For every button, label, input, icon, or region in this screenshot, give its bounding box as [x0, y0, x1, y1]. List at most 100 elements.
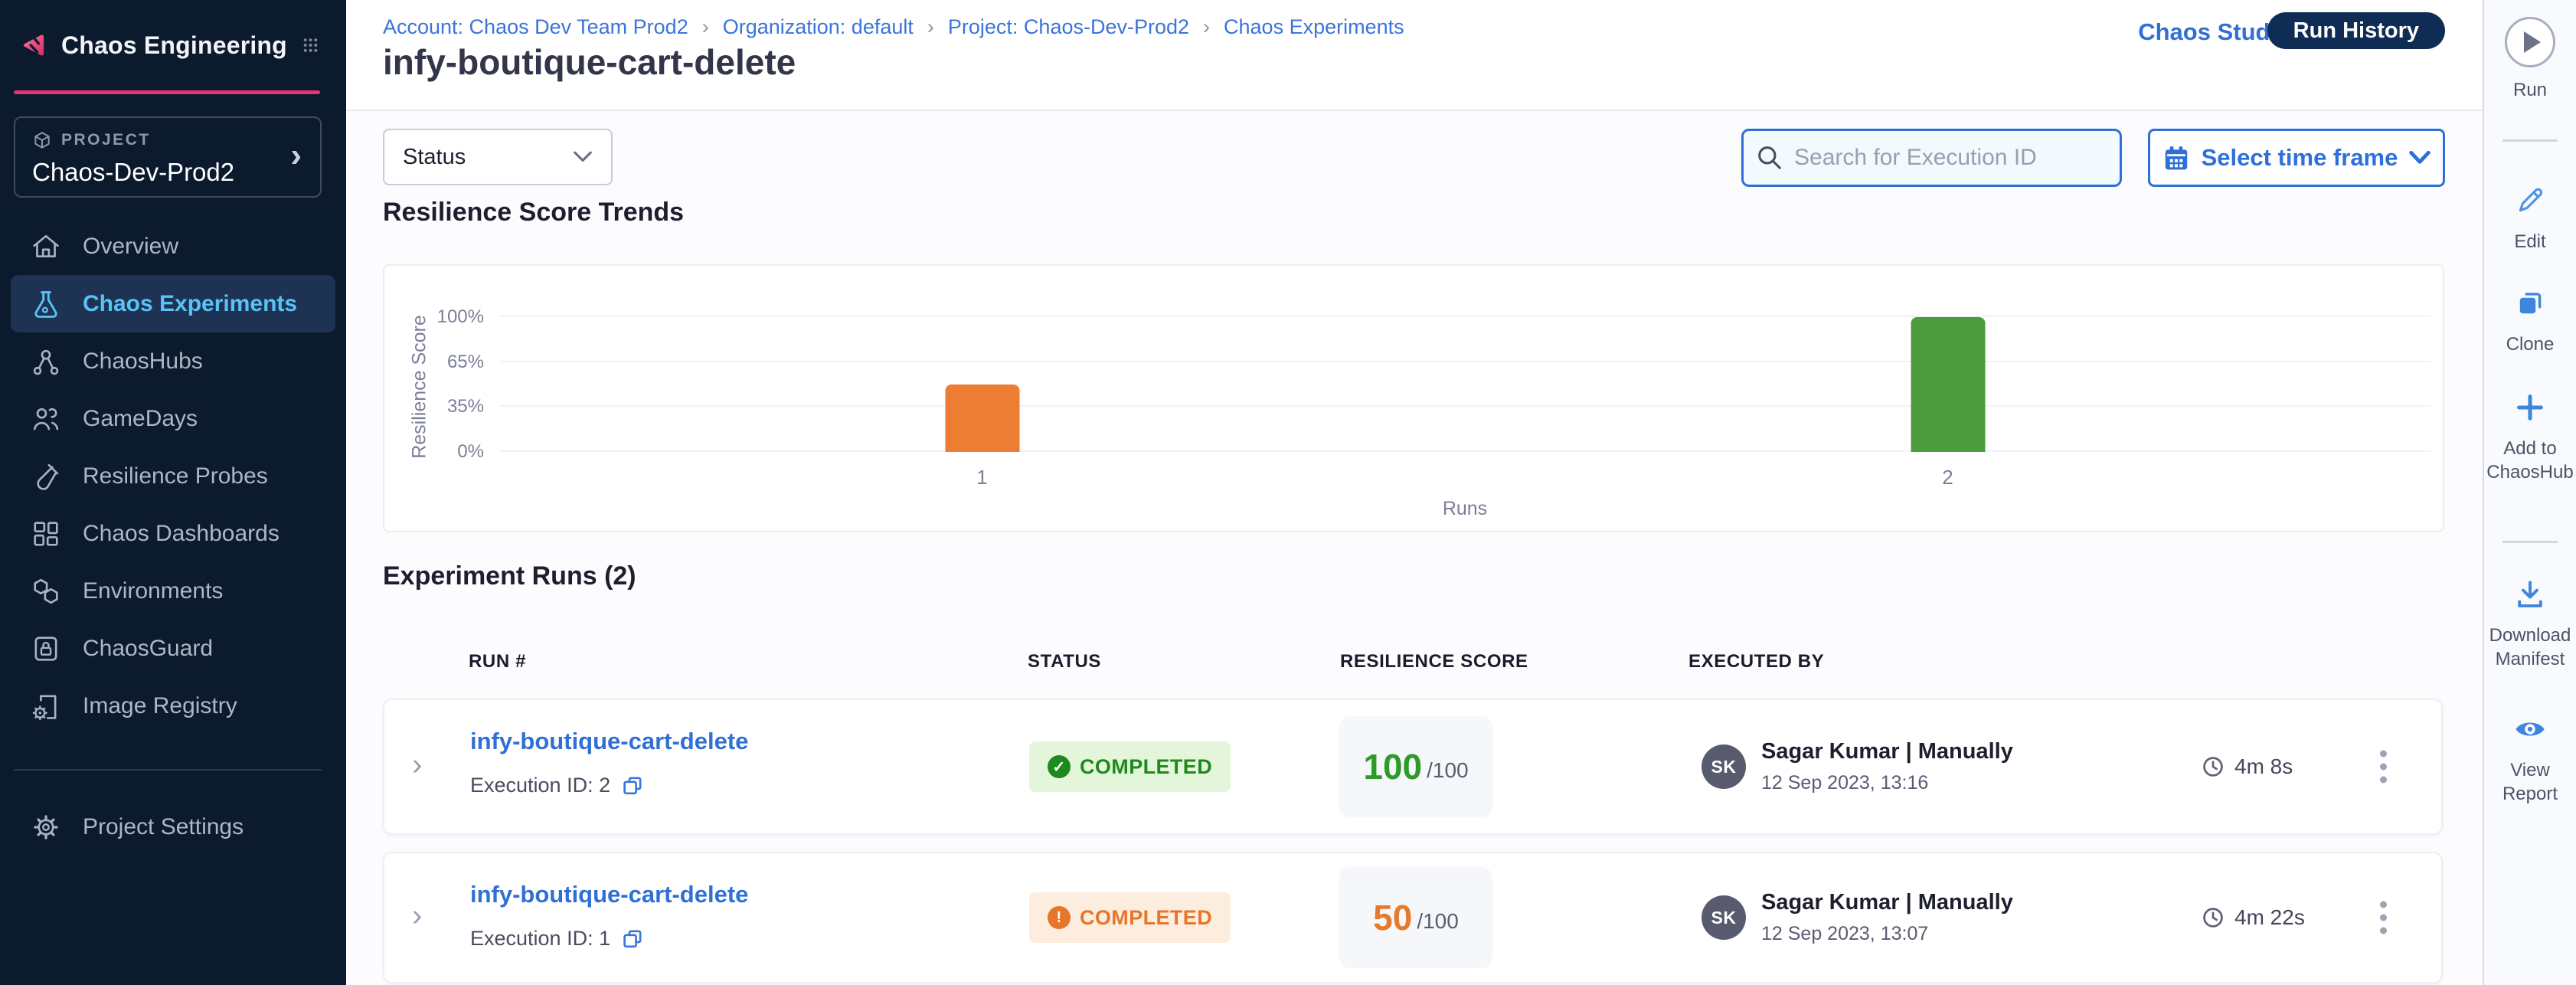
duration-cell: 4m 8s: [2201, 754, 2293, 779]
sidebar-item-chaoshubs[interactable]: ChaosHubs: [11, 332, 335, 390]
experiment-run-row: › infy-boutique-cart-delete Execution ID…: [383, 852, 2443, 983]
pencil-icon: [2512, 182, 2548, 219]
bar-run-1[interactable]: [945, 385, 1019, 452]
sidebar-item-overview[interactable]: Overview: [11, 218, 335, 275]
row-menu-kebab-icon[interactable]: [2372, 894, 2395, 942]
app-title: Chaos Engineering: [61, 31, 287, 60]
search-box: [1741, 129, 2122, 187]
resilience-trend-chart: Resilience Score 0%35%65%100%12 Runs: [383, 264, 2444, 532]
breadcrumb-project[interactable]: Project: Chaos-Dev-Prod2: [948, 15, 1189, 39]
project-name: Chaos-Dev-Prod2: [32, 158, 303, 187]
sidebar-item-label: Chaos Experiments: [83, 291, 297, 317]
timeframe-dropdown[interactable]: Select time frame: [2148, 129, 2445, 187]
gridline: [499, 450, 2431, 452]
sidebar-item-label: Image Registry: [83, 693, 237, 719]
sidebar-item-label: Resilience Probes: [83, 463, 268, 489]
registry-doc-gear-icon: [29, 689, 63, 723]
y-tick-label: 100%: [437, 306, 484, 328]
sidebar-item-gamedays[interactable]: GameDays: [11, 390, 335, 447]
home-icon: [29, 230, 63, 263]
run-name-link[interactable]: infy-boutique-cart-delete: [470, 881, 748, 908]
duration-value: 4m 22s: [2234, 905, 2305, 930]
sidebar-item-label: Chaos Dashboards: [83, 521, 280, 547]
chevron-right-icon: ›: [290, 139, 302, 172]
download-icon: [2512, 576, 2548, 613]
breadcrumb-organization[interactable]: Organization: default: [723, 15, 914, 39]
sidebar-footer: Project Settings: [0, 798, 346, 856]
trends-section-title: Resilience Score Trends: [383, 198, 684, 227]
brand-accent-divider: [14, 90, 320, 94]
gear-icon: [29, 810, 63, 844]
users-icon: [29, 402, 63, 436]
run-name-link[interactable]: infy-boutique-cart-delete: [470, 728, 748, 755]
row-menu-kebab-icon[interactable]: [2372, 743, 2395, 791]
execution-id: Execution ID: 1: [470, 927, 610, 951]
warning-circle-icon: !: [1048, 906, 1071, 929]
play-icon[interactable]: [2505, 17, 2555, 67]
clone-action[interactable]: Clone: [2484, 285, 2576, 356]
download-manifest-label: Download Manifest: [2484, 623, 2576, 671]
breadcrumb-separator: ›: [1203, 15, 1210, 39]
edit-action[interactable]: Edit: [2484, 182, 2576, 254]
rail-divider: [2502, 139, 2558, 142]
run-action[interactable]: Run: [2484, 17, 2576, 102]
expand-row-chevron-icon[interactable]: ›: [412, 901, 422, 931]
column-header-status: STATUS: [1028, 651, 1101, 672]
sidebar: Chaos Engineering PROJECT Chaos-Dev-Prod…: [0, 0, 346, 985]
breadcrumb: Account: Chaos Dev Team Prod2 › Organiza…: [383, 15, 1404, 39]
execution-id-line: Execution ID: 2: [470, 774, 644, 797]
score-max: /100: [1427, 758, 1469, 783]
sidebar-item-label: Environments: [83, 578, 223, 604]
breadcrumb-account[interactable]: Account: Chaos Dev Team Prod2: [383, 15, 688, 39]
copy-icon[interactable]: [621, 774, 644, 797]
clone-icon: [2512, 285, 2548, 322]
hexagons-icon: [29, 574, 63, 608]
top-bar: Account: Chaos Dev Team Prod2 › Organiza…: [346, 0, 2483, 111]
sidebar-item-label: GameDays: [83, 406, 198, 432]
search-icon: [1755, 143, 1784, 172]
sidebar-item-resilience-probes[interactable]: Resilience Probes: [11, 447, 335, 505]
eye-icon: [2512, 711, 2548, 748]
project-selector[interactable]: PROJECT Chaos-Dev-Prod2 ›: [14, 116, 322, 198]
expand-row-chevron-icon[interactable]: ›: [412, 750, 422, 780]
sidebar-item-chaos-dashboards[interactable]: Chaos Dashboards: [11, 505, 335, 562]
breadcrumb-chaos-experiments[interactable]: Chaos Experiments: [1224, 15, 1404, 39]
search-input[interactable]: [1741, 129, 2122, 187]
y-tick-label: 65%: [447, 352, 484, 373]
status-badge: ✓ COMPLETED: [1029, 741, 1231, 792]
status-filter-dropdown[interactable]: Status: [383, 129, 613, 185]
sidebar-item-image-registry[interactable]: Image Registry: [11, 677, 335, 735]
bar-run-2[interactable]: [1911, 317, 1985, 452]
sidebar-item-chaosguard[interactable]: ChaosGuard: [11, 620, 335, 677]
add-to-chaoshub-action[interactable]: Add to ChaosHub: [2484, 389, 2576, 484]
status-filter-label: Status: [403, 145, 466, 170]
main-content: Status Select time f: [346, 111, 2483, 985]
add-to-chaoshub-label: Add to ChaosHub: [2484, 437, 2576, 484]
executed-by-name: Sagar Kumar | Manually: [1761, 739, 2013, 764]
edit-label: Edit: [2514, 230, 2545, 254]
chart-plot: 0%35%65%100%12: [499, 317, 2431, 452]
execution-id-line: Execution ID: 1: [470, 927, 644, 951]
copy-icon[interactable]: [621, 928, 644, 951]
sidebar-item-label: ChaosHubs: [83, 349, 203, 375]
sidebar-item-project-settings[interactable]: Project Settings: [11, 798, 335, 856]
action-rail: Run Edit Clone Add to ChaosHub: [2483, 0, 2576, 985]
executed-by-cell: Sagar Kumar | Manually 12 Sep 2023, 13:1…: [1761, 739, 2013, 794]
download-manifest-action[interactable]: Download Manifest: [2484, 576, 2576, 671]
avatar: SK: [1702, 744, 1746, 789]
view-report-action[interactable]: View Report: [2484, 711, 2576, 806]
sidebar-item-chaos-experiments[interactable]: Chaos Experiments: [11, 275, 335, 332]
status-text: COMPLETED: [1080, 755, 1212, 779]
executed-by-cell: Sagar Kumar | Manually 12 Sep 2023, 13:0…: [1761, 890, 2013, 945]
sidebar-item-environments[interactable]: Environments: [11, 562, 335, 620]
executed-date: 12 Sep 2023, 13:07: [1761, 923, 2013, 945]
resilience-score-chip: 50 /100: [1339, 867, 1492, 968]
avatar: SK: [1702, 895, 1746, 940]
chart-y-axis-title: Resilience Score: [409, 315, 431, 459]
column-header-run: RUN #: [469, 651, 526, 672]
lock-card-icon: [29, 632, 63, 666]
duration-cell: 4m 22s: [2201, 905, 2305, 930]
app-switcher-icon[interactable]: [302, 31, 319, 59]
chevron-down-icon: [2408, 150, 2431, 165]
run-history-button[interactable]: Run History: [2267, 12, 2445, 49]
